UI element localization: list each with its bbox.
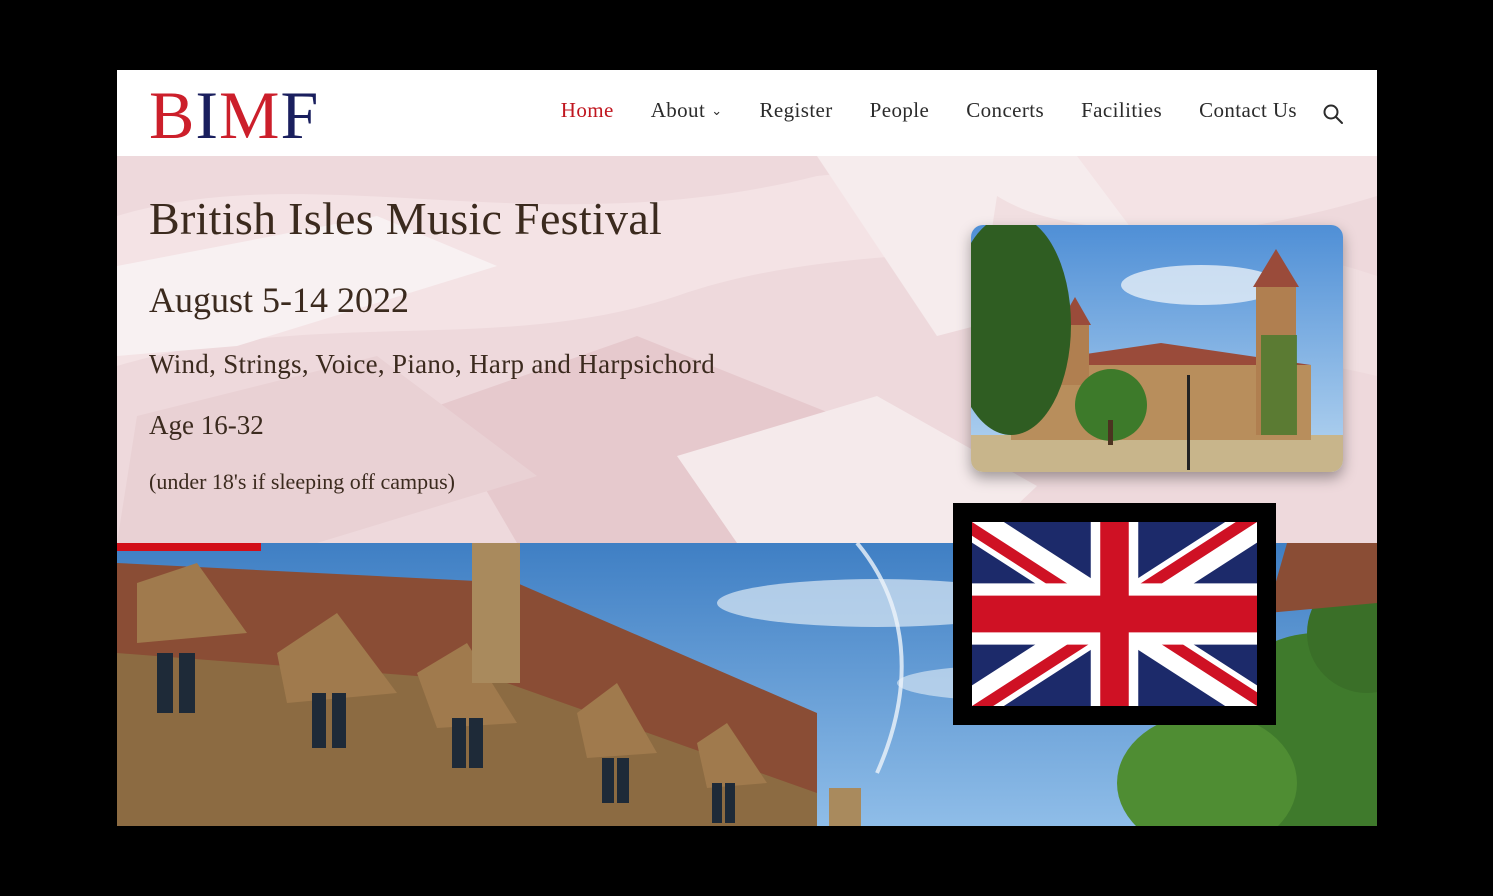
logo-letter-f: F — [280, 77, 320, 153]
hero-text-block: British Isles Music Festival August 5-14… — [149, 192, 715, 495]
nav-about-label: About — [650, 98, 706, 122]
nav-register[interactable]: Register — [759, 98, 832, 123]
nav-people[interactable]: People — [870, 98, 930, 123]
campus-photo-card — [971, 225, 1343, 472]
hero-title: British Isles Music Festival — [149, 193, 663, 244]
nav-home[interactable]: Home — [561, 98, 614, 123]
website: BIMF Home About ⌄ Register People Concert… — [117, 70, 1377, 826]
hero-instruments: Wind, Strings, Voice, Piano, Harp and Ha… — [149, 349, 716, 379]
nav-about[interactable]: About ⌄ — [651, 98, 723, 123]
logo-letter-m: M — [219, 77, 281, 153]
union-jack-flag-icon — [972, 522, 1257, 706]
site-header: BIMF Home About ⌄ Register People Concert… — [117, 70, 1377, 156]
hero-dates: August 5-14 2022 — [149, 280, 409, 320]
site-logo[interactable]: BIMF — [149, 81, 319, 149]
search-button[interactable] — [1321, 102, 1345, 126]
nav-concerts[interactable]: Concerts — [966, 98, 1044, 123]
hero-age-range: Age 16-32 — [149, 410, 264, 440]
nav-facilities[interactable]: Facilities — [1081, 98, 1162, 123]
main-nav: Home About ⌄ Register People Concerts Fac… — [561, 98, 1297, 123]
hero-note: (under 18's if sleeping off campus) — [149, 469, 455, 494]
union-jack-card — [953, 503, 1276, 725]
accent-bar — [117, 543, 261, 551]
chevron-down-icon: ⌄ — [711, 103, 723, 118]
search-icon — [1323, 104, 1343, 124]
logo-letter-i: I — [195, 77, 220, 153]
campus-photo-illustration — [971, 225, 1343, 472]
nav-contact-us[interactable]: Contact Us — [1199, 98, 1297, 123]
logo-letter-b: B — [149, 77, 196, 153]
